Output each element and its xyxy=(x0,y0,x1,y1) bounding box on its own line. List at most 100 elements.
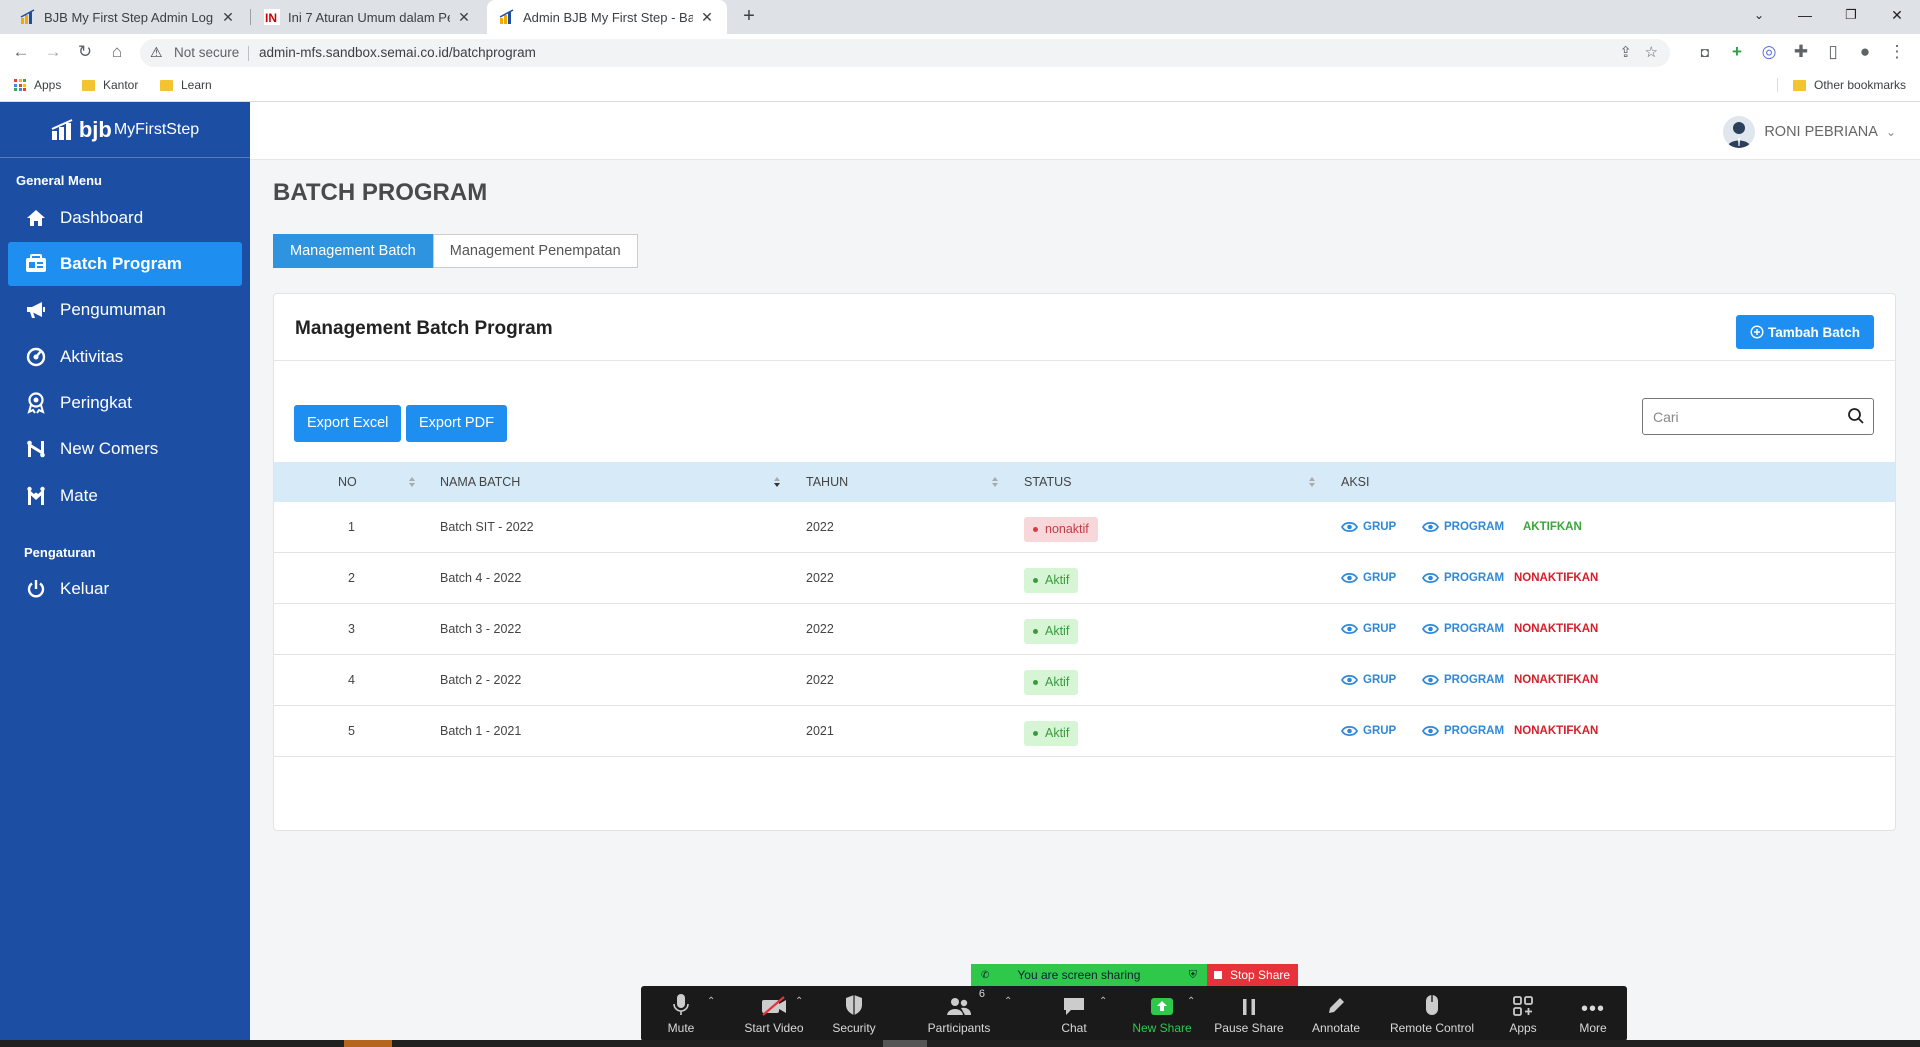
column-header-tahun[interactable]: TAHUN xyxy=(806,475,848,489)
column-header-status[interactable]: STATUS xyxy=(1024,475,1071,489)
sidebar-item-batch-program[interactable]: Batch Program xyxy=(8,242,242,286)
reload-icon[interactable]: ↻ xyxy=(73,40,97,64)
browser-tab-aturan[interactable]: IN Ini 7 Aturan Umum dalam Perma ✕ xyxy=(252,0,484,34)
caret-up-icon[interactable]: ⌃ xyxy=(1187,996,1195,1007)
caret-up-icon[interactable]: ⌃ xyxy=(707,996,715,1007)
address-bar[interactable]: ⚠ Not secure admin-mfs.sandbox.semai.co.… xyxy=(140,39,1670,67)
bookmark-learn[interactable]: Learn xyxy=(160,78,212,92)
grup-button[interactable]: GRUP xyxy=(1341,623,1396,635)
deactivate-button[interactable]: NONAKTIFKAN xyxy=(1514,674,1598,686)
deactivate-button[interactable]: NONAKTIFKAN xyxy=(1514,623,1598,635)
mute-button[interactable]: Mute xyxy=(661,986,701,1041)
minimize-icon[interactable]: — xyxy=(1782,0,1828,30)
tab-search-chevron-icon[interactable]: ⌄ xyxy=(1736,0,1782,30)
export-excel-button[interactable]: Export Excel xyxy=(294,405,402,442)
brand-logo[interactable]: bjb MyFirstStep xyxy=(0,102,250,158)
close-icon[interactable]: ✕ xyxy=(456,9,472,26)
grup-button[interactable]: GRUP xyxy=(1341,674,1396,686)
brand-light: MyFirstStep xyxy=(113,120,200,138)
caret-up-icon[interactable]: ⌃ xyxy=(1004,996,1012,1007)
sidebar-item-label: Keluar xyxy=(60,579,110,598)
program-button[interactable]: PROGRAM xyxy=(1422,623,1504,635)
add-batch-button[interactable]: Tambah Batch xyxy=(1735,315,1874,349)
close-icon[interactable]: ✕ xyxy=(220,9,236,26)
remote-control-button[interactable]: Remote Control xyxy=(1384,986,1480,1041)
column-header-no[interactable]: NO xyxy=(338,475,357,489)
sidebar-item-new-comers[interactable]: New Comers xyxy=(8,427,242,471)
security-button[interactable]: Security xyxy=(824,986,884,1041)
grup-button[interactable]: GRUP xyxy=(1341,572,1396,584)
back-arrow-icon[interactable]: ← xyxy=(9,40,33,64)
shield-check-icon: ⛨ xyxy=(1188,968,1197,981)
browser-tab-admin-login[interactable]: BJB My First Step Admin Login ✕ xyxy=(8,0,248,34)
search-icon[interactable] xyxy=(1847,407,1865,425)
sidebar-item-peringkat[interactable]: Peringkat xyxy=(8,381,242,425)
taskbar-app-icon[interactable] xyxy=(344,1040,392,1047)
restore-icon[interactable]: ❐ xyxy=(1828,0,1874,30)
other-bookmarks[interactable]: Other bookmarks xyxy=(1777,78,1906,92)
microphone-icon xyxy=(673,994,689,1015)
deactivate-button[interactable]: NONAKTIFKAN xyxy=(1514,572,1598,584)
chat-button[interactable]: Chat xyxy=(1044,986,1104,1041)
participants-button[interactable]: 6 Participants xyxy=(921,986,997,1041)
sort-icon[interactable] xyxy=(1308,476,1316,488)
activate-button[interactable]: AKTIFKAN xyxy=(1523,521,1582,533)
caret-up-icon[interactable]: ⌃ xyxy=(795,996,803,1007)
taskbar-app-icon[interactable] xyxy=(883,1040,927,1047)
start-video-button[interactable]: Start Video xyxy=(734,986,814,1041)
program-label: PROGRAM xyxy=(1444,572,1505,584)
apps-button[interactable]: Apps xyxy=(1503,986,1543,1041)
stop-share-button[interactable]: Stop Share xyxy=(1207,964,1298,986)
annotate-button[interactable]: Annotate xyxy=(1303,986,1369,1041)
program-button[interactable]: PROGRAM xyxy=(1422,674,1504,686)
grup-button[interactable]: GRUP xyxy=(1341,521,1396,533)
pause-share-label: Pause Share xyxy=(1214,1021,1284,1035)
sidebar-item-dashboard[interactable]: Dashboard xyxy=(8,196,242,240)
extension-circle-icon[interactable]: ◎ xyxy=(1757,40,1781,64)
grup-button[interactable]: GRUP xyxy=(1341,725,1396,737)
share-icon[interactable]: ⇪ xyxy=(1619,43,1632,61)
tab-management-penempatan[interactable]: Management Penempatan xyxy=(432,234,638,268)
browser-tab-batch-program[interactable]: Admin BJB My First Step - Batch ✕ xyxy=(487,0,727,34)
side-panel-icon[interactable]: ▯ xyxy=(1821,40,1845,64)
search-input[interactable]: Cari xyxy=(1642,398,1874,435)
column-header-nama-batch[interactable]: NAMA BATCH xyxy=(440,475,520,489)
tab-management-batch[interactable]: Management Batch xyxy=(273,234,433,268)
sidebar-item-pengumuman[interactable]: Pengumuman xyxy=(8,288,242,332)
sort-icon[interactable] xyxy=(408,476,416,488)
sort-icon[interactable] xyxy=(991,476,999,488)
program-button[interactable]: PROGRAM xyxy=(1422,725,1504,737)
program-button[interactable]: PROGRAM xyxy=(1422,572,1504,584)
window-close-icon[interactable]: ✕ xyxy=(1874,0,1920,30)
eye-icon xyxy=(1341,725,1358,737)
more-button[interactable]: ••• More xyxy=(1573,986,1613,1041)
deactivate-button[interactable]: NONAKTIFKAN xyxy=(1514,725,1598,737)
bookmark-apps[interactable]: Apps xyxy=(14,78,61,92)
new-share-button[interactable]: New Share xyxy=(1126,986,1198,1041)
sidebar-item-keluar[interactable]: Keluar xyxy=(8,567,242,611)
camera-icon[interactable]: ◘ xyxy=(1693,40,1717,64)
cell-no: 3 xyxy=(348,622,355,636)
menu-kebab-icon[interactable]: ⋮ xyxy=(1885,40,1909,64)
sidebar-item-mate[interactable]: Mate xyxy=(8,474,242,518)
program-button[interactable]: PROGRAM xyxy=(1422,521,1504,533)
home-page-icon[interactable]: ⌂ xyxy=(105,40,129,64)
export-pdf-button[interactable]: Export PDF xyxy=(406,405,507,442)
extension-plus-icon[interactable]: + xyxy=(1725,40,1749,64)
sidebar-item-aktivitas[interactable]: Aktivitas xyxy=(8,335,242,379)
forward-arrow-icon[interactable]: → xyxy=(41,40,65,64)
puzzle-extensions-icon[interactable]: ✚ xyxy=(1789,40,1813,64)
url-text[interactable]: admin-mfs.sandbox.semai.co.id/batchprogr… xyxy=(259,45,536,60)
pause-share-button[interactable]: Pause Share xyxy=(1209,986,1289,1041)
user-menu[interactable]: RONI PEBRIANA ⌄ xyxy=(1723,116,1896,148)
cell-batch-name: Batch 2 - 2022 xyxy=(440,673,522,687)
sharing-indicator[interactable]: ✆ You are screen sharing ⛨ xyxy=(971,964,1207,986)
profile-avatar-icon[interactable]: ● xyxy=(1853,40,1877,64)
new-tab-button[interactable]: + xyxy=(737,5,761,29)
bookmark-kantor[interactable]: Kantor xyxy=(82,78,138,92)
sort-desc-icon[interactable] xyxy=(773,476,781,488)
caret-up-icon[interactable]: ⌃ xyxy=(1099,996,1107,1007)
phone-icon: ✆ xyxy=(981,969,990,981)
close-icon[interactable]: ✕ xyxy=(699,9,715,26)
bookmark-star-icon[interactable]: ☆ xyxy=(1645,43,1658,61)
